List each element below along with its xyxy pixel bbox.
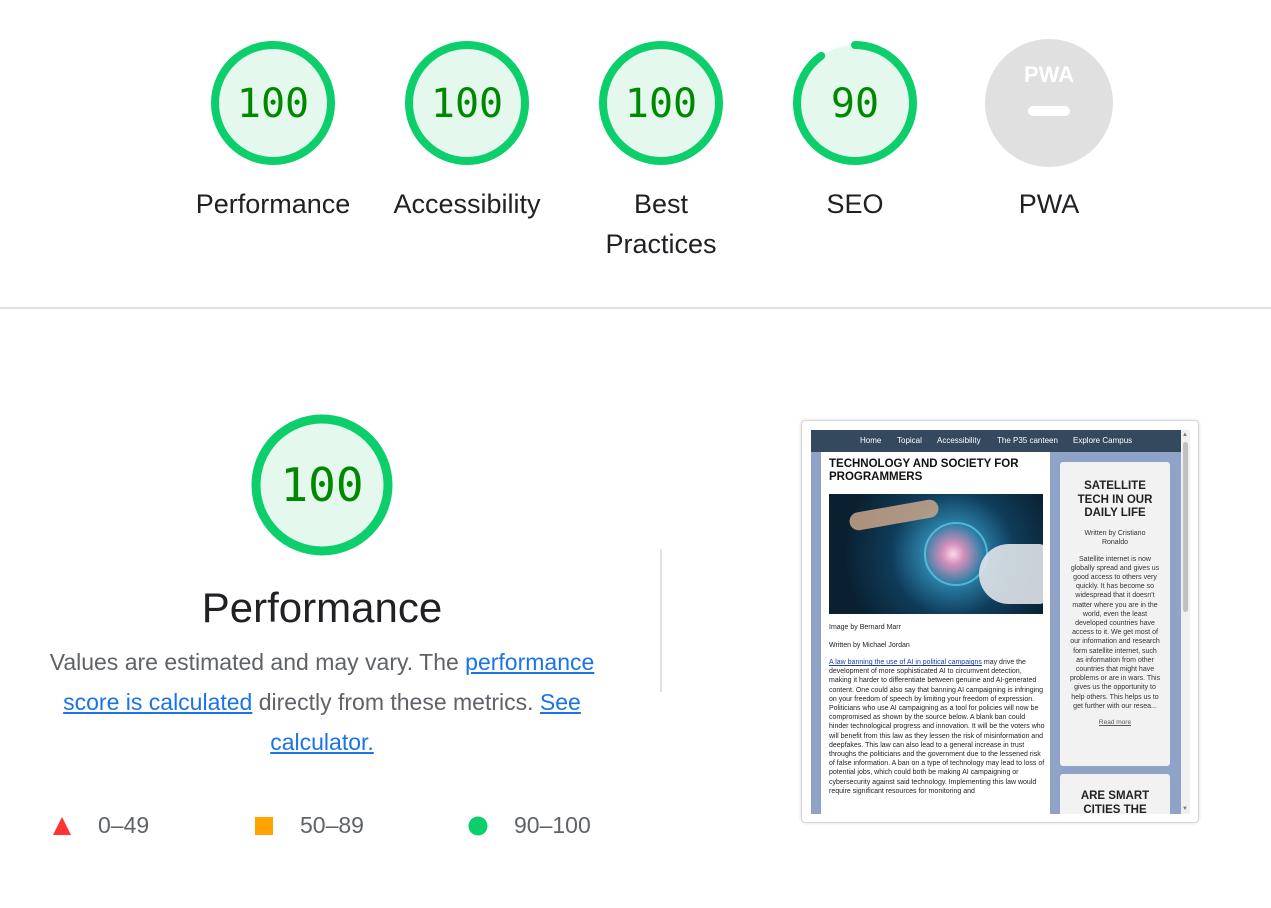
screenshot-heading: TECHNOLOGY AND SOCIETY FOR PROGRAMMERS [829,458,1019,483]
screenshot-article: TECHNOLOGY AND SOCIETY FOR PROGRAMMERS I… [821,452,1050,814]
legend-label: 50–89 [300,812,364,838]
screenshot-author: Written by Michael Jordan [829,642,910,649]
score-legend: 0–49 50–89 90–100 [52,812,612,842]
seo-label: SEO [826,189,884,219]
performance-big-gauge: 100 [251,414,393,556]
screenshot-scrollbar: ▲ ▼ [1181,430,1190,814]
screenshot-read-more: Read more [1098,718,1132,726]
circle-icon [468,816,488,835]
gauge-accessibility[interactable]: 100 Accessibility [382,38,552,224]
performance-score: 100 [237,81,309,127]
performance-description: Values are estimated and may vary. The p… [30,642,614,762]
description-text: Values are estimated and may vary. The [49,649,466,675]
gauge-seo[interactable]: 90 SEO [770,38,940,224]
screenshot-sidebar-author: Written by Cristiano Ronaldo [1084,529,1146,546]
legend-item-average: 50–89 [254,812,364,839]
best-practices-label: Best Practices [605,189,717,259]
performance-big-score: 100 [280,458,363,512]
description-text-middle: directly from these metrics. [252,689,540,715]
performance-title: Performance [201,584,443,631]
pwa-badge-text: PWA [1024,62,1074,87]
vertical-divider [660,549,662,692]
seo-score: 90 [831,81,879,127]
accessibility-score: 100 [431,81,503,127]
legend-label: 0–49 [98,812,150,838]
legend-item-pass: 90–100 [468,812,591,839]
legend-item-fail: 0–49 [52,812,149,839]
scroll-down-icon: ▼ [1182,806,1188,812]
performance-gauge-ring: 100 [211,41,335,165]
square-icon [255,816,273,835]
screenshot-nav-item: Home [860,436,882,445]
scrollbar-thumb [1183,442,1188,612]
scroll-up-icon: ▲ [1182,432,1188,438]
screenshot-page: Home Topical Accessibility The P35 cante… [811,430,1181,814]
screenshot-nav-item: Explore Campus [1073,436,1133,445]
pwa-label: PWA [1018,189,1080,219]
screenshot-article-link: A law banning the use of AI in political… [829,659,982,666]
accessibility-gauge-ring: 100 [405,41,529,165]
section-divider [0,307,1271,309]
pwa-badge-icon: PWA [985,39,1113,167]
gauge-best-practices[interactable]: 100 Best Practices [576,38,746,264]
legend-label: 90–100 [514,812,591,838]
screenshot-nav-item: Accessibility [937,436,981,445]
screenshot-paragraph: A law banning the use of AI in political… [829,658,1045,796]
accessibility-label: Accessibility [393,189,541,219]
best-practices-score: 100 [625,81,697,127]
final-screenshot[interactable]: Home Topical Accessibility The P35 cante… [801,420,1199,823]
screenshot-nav-item: The P35 canteen [997,436,1058,445]
screenshot-sidebar-card: SATELLITE TECH IN OUR DAILY LIFE Written… [1060,462,1170,766]
performance-label: Performance [195,189,351,219]
gauge-pwa[interactable]: PWA PWA [964,38,1134,224]
performance-section: 100 Performance Values are estimated and… [30,412,614,762]
screenshot-nav-item: Topical [897,436,922,445]
screenshot-nav: Home Topical Accessibility The P35 cante… [811,430,1181,452]
triangle-icon [53,816,71,835]
screenshot-sidebar-title: SATELLITE TECH IN OUR DAILY LIFE [1077,480,1153,519]
screenshot-sidebar2-title: ARE SMART CITIES THE [1080,790,1150,814]
screenshot-image-credit: Image by Bernard Marr [829,624,901,631]
screenshot-sidebar-text: Satellite internet is now globally sprea… [1069,555,1161,710]
best-practices-gauge-ring: 100 [599,41,723,165]
seo-gauge-ring: 90 [793,41,917,165]
score-gauges: 100 Performance 100 Accessibility 100 Be… [0,38,1271,278]
screenshot-sidebar-card-2: ARE SMART CITIES THE [1060,774,1170,814]
screenshot-hero-image [829,494,1043,614]
gauge-performance[interactable]: 100 Performance [188,38,358,224]
screenshot-article-text: may drive the development of more sophis… [829,659,1045,795]
